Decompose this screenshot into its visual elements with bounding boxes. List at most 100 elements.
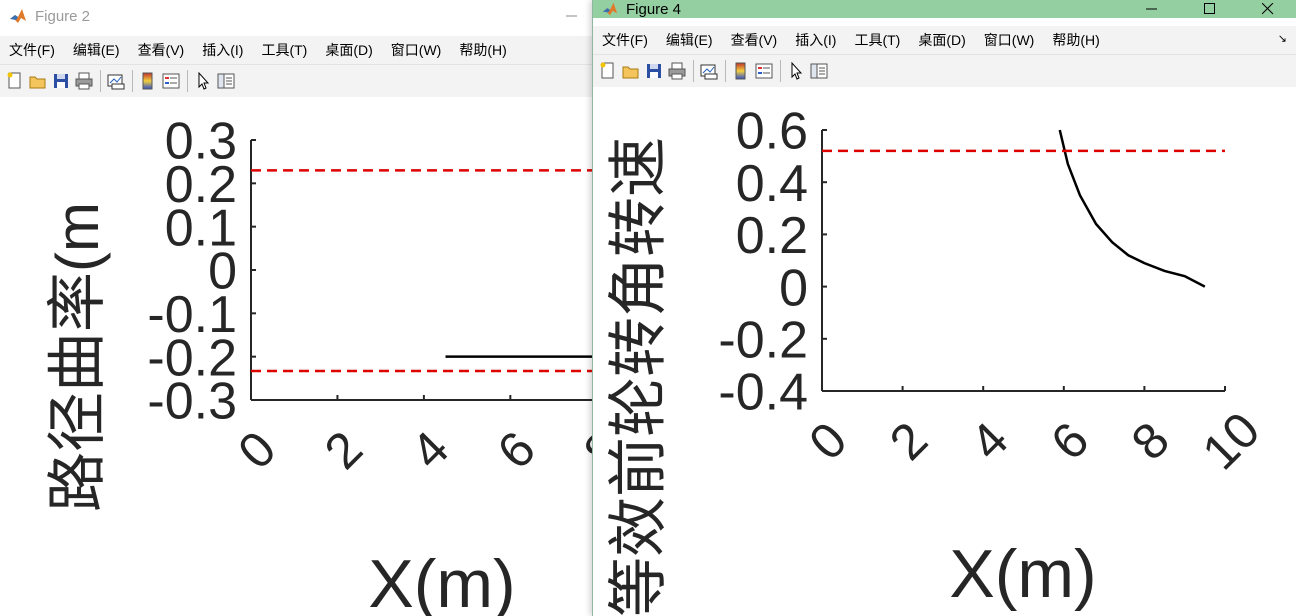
link-plot-icon — [700, 64, 718, 80]
toolbar-separator — [780, 60, 781, 82]
menu-item[interactable]: 查看(V) — [129, 40, 194, 60]
x-tick-label: 6 — [1040, 411, 1099, 470]
y-tick-label: 0.2 — [736, 207, 808, 265]
figure-2-toolbar — [0, 64, 600, 98]
menu-item[interactable]: 窗口(W) — [975, 30, 1044, 50]
x-tick-label: 2 — [879, 411, 938, 470]
figure-2-menubar: 文件(F) 编辑(E) 查看(V) 插入(I) 工具(T) 桌面(D) 窗口(W) 帮助(H) — [0, 36, 600, 64]
y-tick-label: -0.4 — [718, 364, 808, 422]
x-axis-label: X(m) — [368, 546, 515, 616]
insert-legend-button[interactable] — [753, 60, 775, 82]
window-title: Figure 4 — [626, 0, 682, 18]
matlab-icon — [10, 9, 26, 23]
print-button[interactable] — [73, 70, 95, 92]
toolbar-separator — [132, 70, 133, 92]
maximize-icon — [1204, 3, 1215, 14]
figure-4-chart[interactable]: 0 2 4 6 8 100.60.40.20-0.2-0.4X(m)等效前轮转角转速 — [593, 87, 1296, 616]
close-button[interactable] — [1239, 0, 1296, 18]
figure-2-plot-area[interactable]: 0 2 4 6 8 0.3 0.2 0.1 0 -0.1 -0.2 -0.3 X(m) 路径曲率(m — [0, 97, 600, 616]
new-figure-button[interactable] — [4, 70, 26, 92]
print-icon — [668, 62, 686, 80]
save-button[interactable] — [50, 70, 72, 92]
insert-legend-icon — [162, 73, 180, 89]
pointer-icon — [791, 61, 803, 80]
toolbar-separator — [693, 60, 694, 82]
figure-4-toolbar — [593, 54, 1296, 88]
toolbar-overflow-icon[interactable]: ↘ — [1278, 32, 1287, 45]
menu-item[interactable]: 工具(T) — [845, 30, 909, 50]
x-tick-label: 10 — [1192, 402, 1271, 481]
toolbar-separator — [100, 70, 101, 92]
link-plot-button[interactable] — [105, 70, 127, 92]
minimize-button[interactable] — [1123, 0, 1181, 18]
minimize-icon — [1146, 8, 1157, 10]
y-axis-label: 等效前轮转角转速 — [605, 137, 672, 616]
print-button[interactable] — [666, 60, 688, 82]
menu-item[interactable]: 帮助(H) — [450, 40, 515, 60]
save-button[interactable] — [643, 60, 665, 82]
minimize-icon — [566, 15, 577, 17]
figure-4-titlebar[interactable]: Figure 4 — [593, 0, 1296, 18]
insert-colorbar-icon — [735, 62, 746, 80]
menu-item[interactable]: 窗口(W) — [382, 40, 451, 60]
figure-4-window[interactable]: Figure 4 文件(F) 编辑(E) 查看(V) 插入(I) 工具(T) 桌面(D) 窗… — [592, 0, 1296, 616]
save-icon — [647, 64, 661, 78]
x-axis-label: X(m) — [949, 536, 1096, 612]
menu-item[interactable]: 文件(F) — [0, 40, 64, 60]
pointer-button[interactable] — [192, 70, 214, 92]
window-title: Figure 2 — [35, 7, 91, 25]
figure-2-window[interactable]: Figure 2 文件(F) 编辑(E) 查看(V) 插入(I) 工具(T) 桌面(D) 窗… — [0, 0, 601, 616]
menu-item[interactable]: 插入(I) — [193, 40, 252, 60]
new-figure-button[interactable] — [597, 60, 619, 82]
figure-4-menubar: 文件(F) 编辑(E) 查看(V) 插入(I) 工具(T) 桌面(D) 窗口(W) 帮助(H)… — [593, 26, 1296, 54]
menu-item[interactable]: 查看(V) — [722, 30, 787, 50]
matlab-icon — [602, 2, 618, 16]
open-file-icon — [622, 66, 639, 79]
x-tick-label: 4 — [400, 420, 459, 479]
print-icon — [75, 72, 93, 90]
maximize-button[interactable] — [1181, 0, 1239, 18]
link-plot-button[interactable] — [698, 60, 720, 82]
close-icon — [1262, 3, 1274, 15]
property-inspector-button[interactable] — [215, 70, 237, 92]
figure-4-plot-area[interactable]: 0 2 4 6 8 10 0.6 0.4 0.2 0 -0.2 -0.4 X(m) 等效前轮转角转速 — [593, 87, 1296, 616]
menu-item[interactable]: 文件(F) — [593, 30, 657, 50]
x-tick-label: 8 — [1121, 411, 1180, 470]
y-tick-label: 0.6 — [736, 103, 808, 161]
figure-2-titlebar[interactable]: Figure 2 — [0, 0, 600, 32]
save-icon — [54, 74, 68, 88]
y-tick-label: 0.4 — [736, 155, 808, 213]
property-inspector-button[interactable] — [808, 60, 830, 82]
menu-item[interactable]: 编辑(E) — [64, 40, 129, 60]
property-inspector-icon — [810, 63, 828, 79]
menu-item[interactable]: 编辑(E) — [657, 30, 722, 50]
insert-legend-icon — [755, 63, 773, 79]
insert-legend-button[interactable] — [160, 70, 182, 92]
open-file-button[interactable] — [27, 70, 49, 92]
y-axis-label: 路径曲率(m — [44, 202, 111, 512]
open-file-button[interactable] — [620, 60, 642, 82]
insert-colorbar-button[interactable] — [137, 70, 159, 92]
y-tick-label: -0.2 — [718, 312, 808, 370]
insert-colorbar-icon — [142, 72, 153, 90]
new-figure-icon — [7, 72, 21, 89]
menu-item[interactable]: 桌面(D) — [909, 30, 974, 50]
toolbar-separator — [725, 60, 726, 82]
property-inspector-icon — [217, 73, 235, 89]
menu-item[interactable]: 插入(I) — [786, 30, 845, 50]
open-file-icon — [29, 76, 46, 89]
data-series-line — [1058, 129, 1206, 288]
menu-item[interactable]: 帮助(H) — [1043, 30, 1108, 50]
menu-item[interactable]: 桌面(D) — [316, 40, 381, 60]
figure-2-chart[interactable]: 0 2 4 6 80.30.20.10-0.1-0.2-0.3X(m)路径曲率(m — [0, 97, 600, 616]
x-tick-label: 2 — [314, 420, 373, 479]
new-figure-icon — [600, 62, 614, 79]
link-plot-icon — [107, 74, 125, 90]
pointer-button[interactable] — [785, 60, 807, 82]
menu-item[interactable]: 工具(T) — [252, 40, 316, 60]
pointer-icon — [198, 71, 210, 90]
insert-colorbar-button[interactable] — [730, 60, 752, 82]
x-tick-label: 4 — [960, 411, 1019, 470]
y-tick-label: 0 — [779, 259, 808, 317]
x-tick-label: 6 — [487, 420, 546, 479]
